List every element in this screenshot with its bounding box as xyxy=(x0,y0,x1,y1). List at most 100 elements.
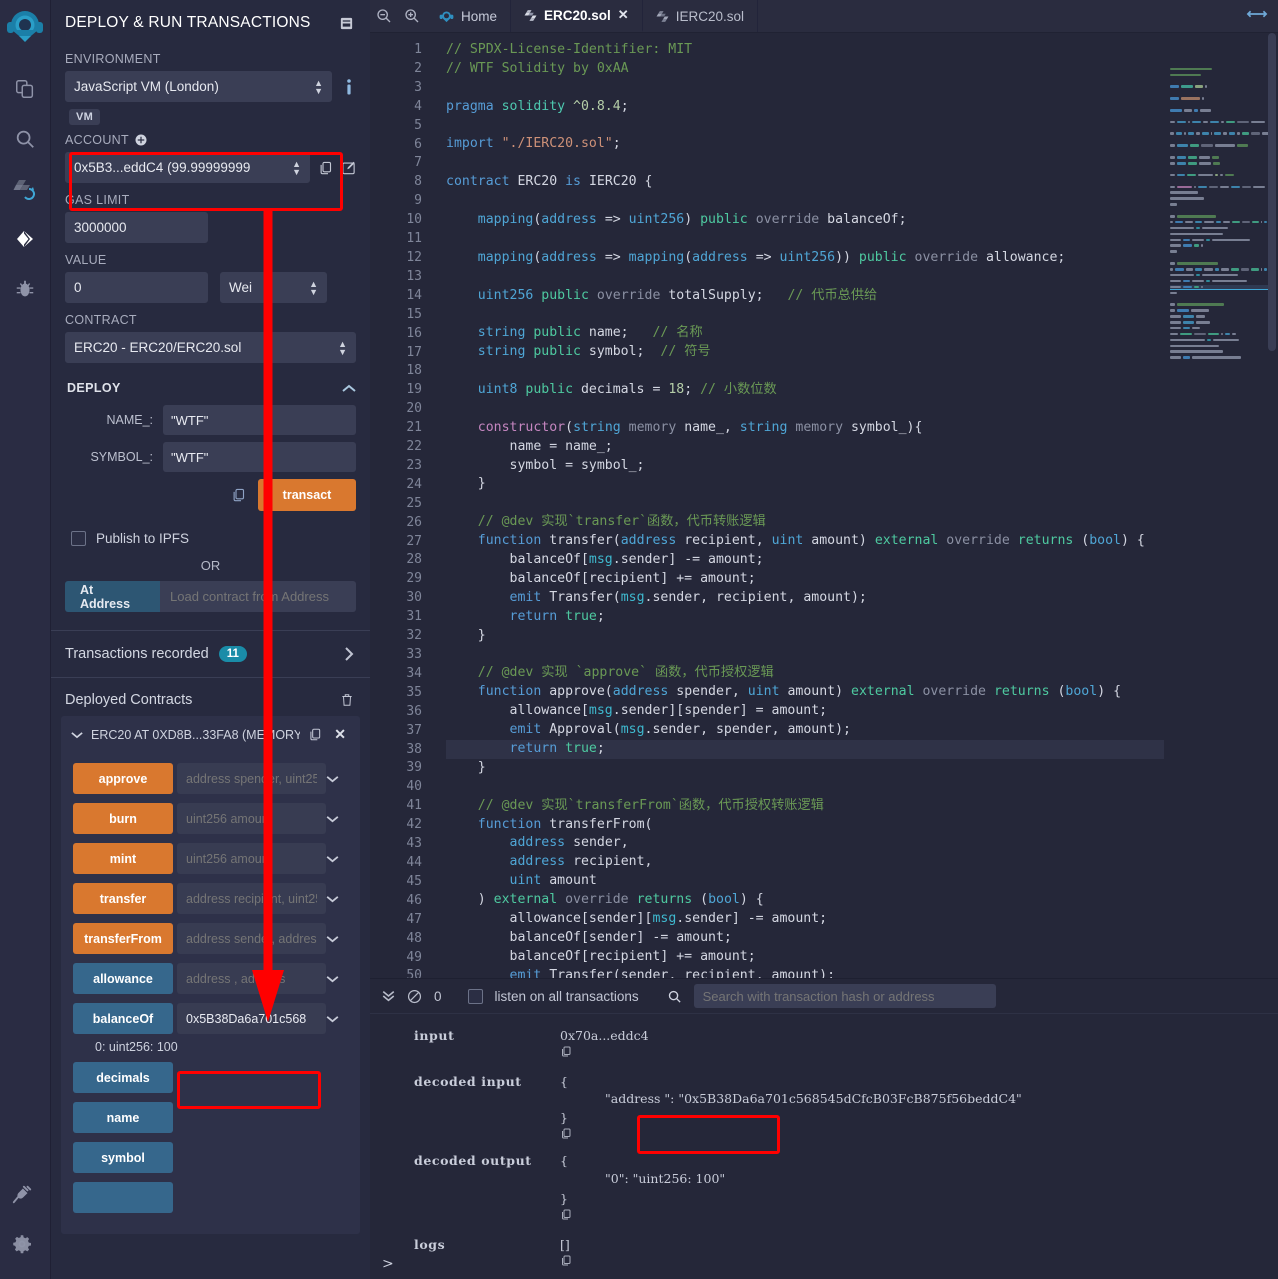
chevron-down-icon[interactable] xyxy=(326,855,348,863)
tab-home[interactable]: Home xyxy=(426,0,512,32)
function-row-next xyxy=(73,1182,348,1213)
function-button[interactable] xyxy=(73,1182,173,1213)
transact-button[interactable]: transact xyxy=(258,479,356,511)
code-line: emit Transfer(msg.sender, recipient, amo… xyxy=(509,589,867,605)
at-address-button[interactable]: At Address xyxy=(65,581,160,612)
zoom-in-icon[interactable] xyxy=(398,0,426,32)
chevrons-down-icon[interactable] xyxy=(382,989,395,1003)
solidity-compiler-icon[interactable] xyxy=(3,164,47,214)
terminal-prompt[interactable]: > xyxy=(382,1256,394,1272)
copy-icon[interactable] xyxy=(318,160,333,176)
json-close-brace: } xyxy=(560,1110,568,1125)
minimap-line xyxy=(1170,314,1272,318)
minimap-line xyxy=(1170,138,1272,142)
function-input[interactable] xyxy=(177,923,326,954)
copy-icon[interactable] xyxy=(231,487,246,503)
debugger-icon[interactable] xyxy=(3,264,47,314)
chevron-down-icon[interactable] xyxy=(326,895,348,903)
tab-erc20-sol[interactable]: ERC20.sol ✕ xyxy=(511,0,643,32)
function-input[interactable] xyxy=(177,843,326,874)
settings-gear-icon[interactable] xyxy=(0,1219,44,1269)
search-icon[interactable] xyxy=(667,989,682,1004)
chevron-down-icon[interactable] xyxy=(326,815,348,823)
close-icon[interactable]: ✕ xyxy=(618,7,629,23)
chevron-down-icon[interactable] xyxy=(326,1015,348,1023)
search-icon[interactable] xyxy=(3,114,47,164)
zoom-out-icon[interactable] xyxy=(370,0,398,32)
chevron-right-icon[interactable] xyxy=(344,647,354,661)
environment-value: JavaScript VM (London) xyxy=(74,79,219,94)
function-input[interactable] xyxy=(177,803,326,834)
value-unit: Wei xyxy=(229,280,253,295)
chevron-up-icon[interactable] xyxy=(342,384,356,393)
chevron-down-icon[interactable] xyxy=(326,935,348,943)
deploy-run-icon[interactable] xyxy=(3,214,47,264)
account-select[interactable]: 0x5B3...eddC4 (99.99999999 ▲ ▼ xyxy=(65,152,310,183)
symbol-input[interactable] xyxy=(163,442,356,472)
copy-icon[interactable] xyxy=(560,1127,1278,1140)
horizontal-resize-icon[interactable] xyxy=(1246,8,1268,20)
book-icon[interactable] xyxy=(339,16,354,31)
at-address-input[interactable] xyxy=(160,581,356,612)
function-button[interactable]: symbol xyxy=(73,1142,173,1173)
function-input[interactable] xyxy=(177,963,326,994)
function-button[interactable]: approve xyxy=(73,763,173,794)
plus-circle-icon[interactable] xyxy=(135,134,147,146)
minimap-line xyxy=(1170,256,1272,260)
environment-select[interactable]: JavaScript VM (London) ▲ ▼ xyxy=(65,71,332,102)
code-editor[interactable]: 1 2 3 4 5 6 7 8 9 10 11 12 13 14 15 16 17 18 19 20 21 22 23 24 2… xyxy=(370,33,1278,978)
editor-scrollbar[interactable] xyxy=(1266,33,1278,978)
info-icon[interactable] xyxy=(342,78,356,96)
code-minimap[interactable] xyxy=(1164,33,1278,978)
solidity-icon xyxy=(524,8,537,23)
publish-ipfs-label: Publish to IPFS xyxy=(96,531,190,546)
function-button[interactable]: mint xyxy=(73,843,173,874)
plugin-manager-icon[interactable] xyxy=(0,1169,44,1219)
terminal-row-logs: logs [] xyxy=(370,1237,1278,1279)
function-input[interactable] xyxy=(177,763,326,794)
contract-select[interactable]: ERC20 - ERC20/ERC20.sol ▲ ▼ xyxy=(65,332,356,363)
copy-icon[interactable] xyxy=(560,1045,1278,1058)
no-entry-icon[interactable] xyxy=(407,989,422,1004)
trash-icon[interactable] xyxy=(340,692,354,708)
function-button[interactable]: allowance xyxy=(73,963,173,994)
deployed-contract-title-row[interactable]: ERC20 AT 0XD8B...33FA8 (MEMORY ✕ xyxy=(69,724,352,743)
minimap-line xyxy=(1170,284,1272,290)
chevron-down-icon[interactable] xyxy=(326,775,348,783)
logo-icon[interactable] xyxy=(6,8,44,48)
copy-icon[interactable] xyxy=(560,1208,1278,1221)
function-button[interactable]: transferFrom xyxy=(73,923,173,954)
value-unit-select[interactable]: Wei ▲ ▼ xyxy=(220,272,327,303)
copy-icon[interactable] xyxy=(560,1254,1278,1267)
function-button[interactable]: decimals xyxy=(73,1062,173,1093)
function-row-transfer: transfer xyxy=(73,883,348,914)
deploy-section-header[interactable]: DEPLOY xyxy=(67,381,356,395)
value-input[interactable]: 0 xyxy=(65,272,208,303)
function-input[interactable] xyxy=(177,883,326,914)
terminal-search-input[interactable] xyxy=(693,984,996,1008)
function-button[interactable]: balanceOf xyxy=(73,1003,173,1034)
gas-limit-input[interactable]: 3000000 xyxy=(65,212,208,243)
publish-ipfs-row[interactable]: Publish to IPFS xyxy=(71,531,356,546)
code-content[interactable]: // SPDX-License-Identifier: MIT // WTF So… xyxy=(432,33,1278,978)
minimap-line xyxy=(1170,144,1272,148)
file-explorers-icon[interactable] xyxy=(3,64,47,114)
tab-ierc20-sol[interactable]: IERC20.sol xyxy=(643,0,758,32)
function-button[interactable]: transfer xyxy=(73,883,173,914)
edit-icon[interactable] xyxy=(341,160,356,176)
chevron-down-icon[interactable] xyxy=(71,731,83,739)
deployed-contracts-label: Deployed Contracts xyxy=(65,692,193,708)
copy-icon[interactable] xyxy=(308,727,322,742)
close-icon[interactable]: ✕ xyxy=(330,726,350,743)
transactions-recorded-row[interactable]: Transactions recorded 11 xyxy=(51,631,370,678)
name-input[interactable] xyxy=(163,405,356,435)
scrollbar-thumb[interactable] xyxy=(1268,33,1276,351)
function-button[interactable]: burn xyxy=(73,803,173,834)
listen-all-checkbox[interactable] xyxy=(467,988,483,1004)
function-input[interactable] xyxy=(177,1003,326,1034)
publish-ipfs-checkbox[interactable] xyxy=(71,531,86,546)
code-line: } xyxy=(446,759,486,775)
function-button[interactable]: name xyxy=(73,1102,173,1133)
chevron-down-icon[interactable] xyxy=(326,975,348,983)
